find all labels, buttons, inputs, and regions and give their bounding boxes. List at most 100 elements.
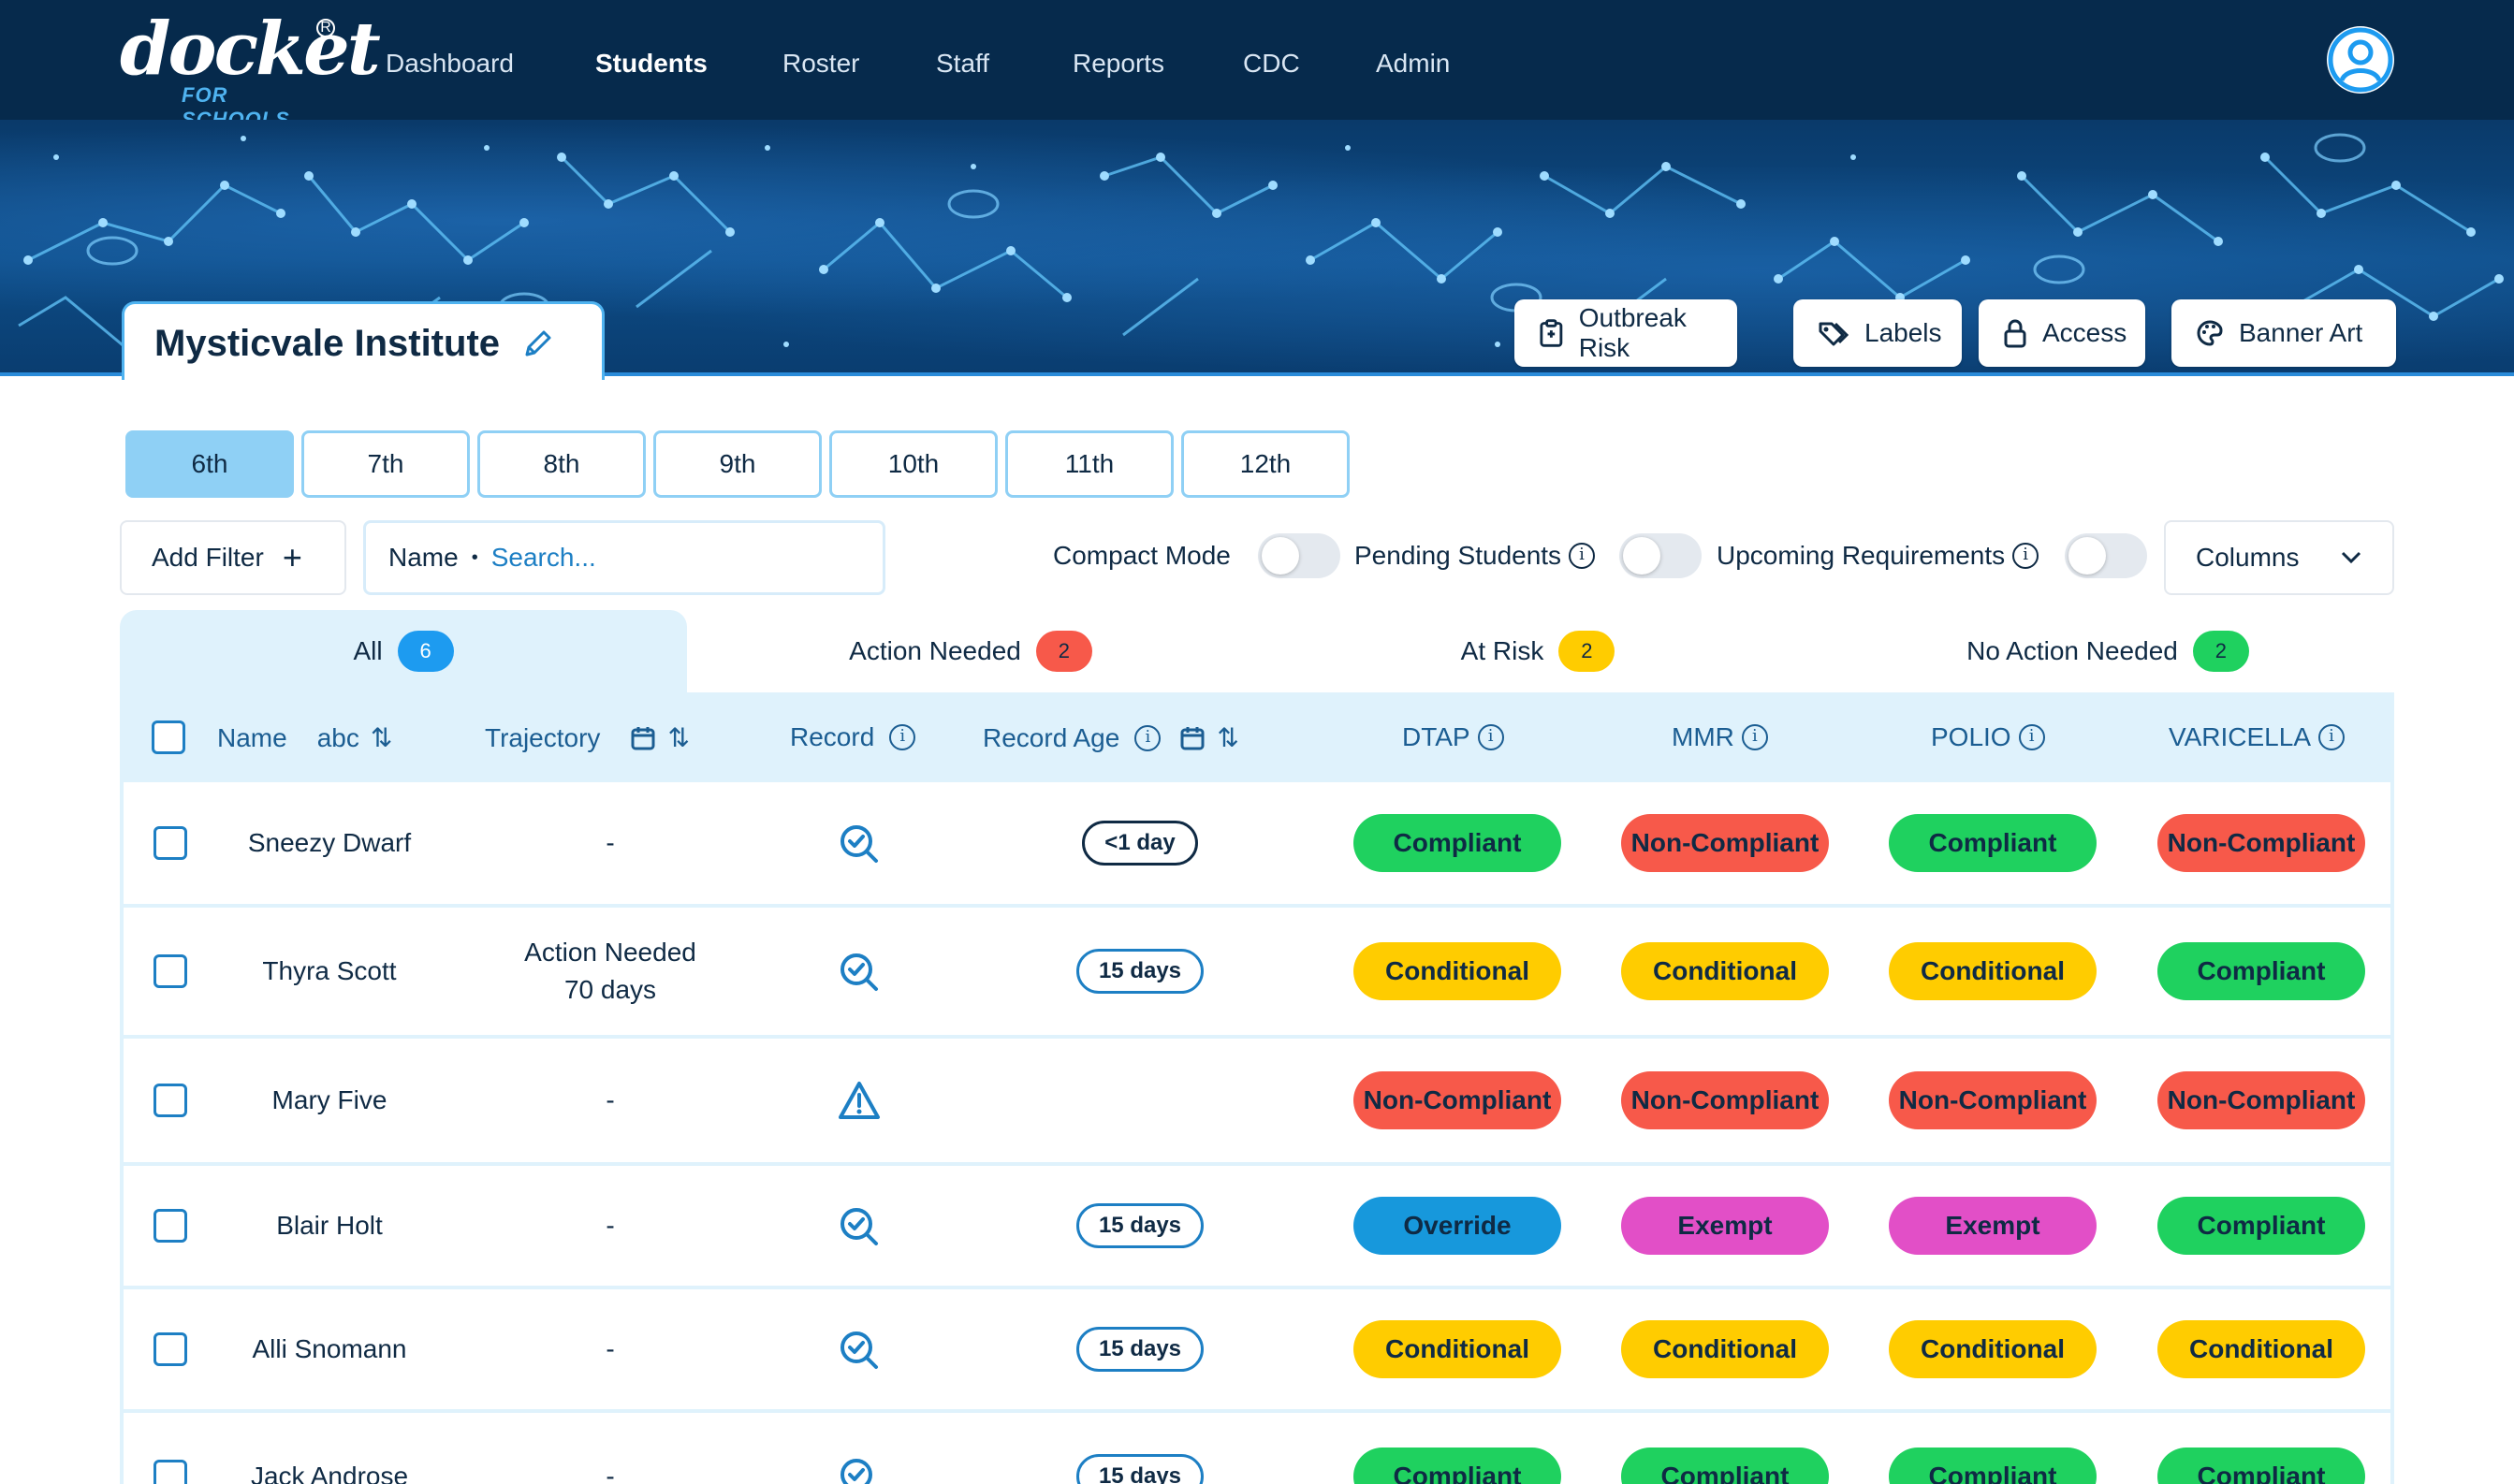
dtap-status-pill[interactable]: Override [1353, 1197, 1561, 1255]
mmr-status-pill[interactable]: Exempt [1621, 1197, 1829, 1255]
grade-tab-7th[interactable]: 7th [301, 430, 470, 498]
info-icon[interactable]: i [1569, 543, 1596, 569]
labels-button[interactable]: Labels [1793, 299, 1962, 367]
magnify-check-icon[interactable] [838, 1456, 881, 1484]
magnify-check-icon[interactable] [838, 1329, 881, 1372]
varicella-status-pill[interactable]: Conditional [2157, 1320, 2365, 1378]
status-tab-at-risk[interactable]: At Risk 2 [1254, 610, 1821, 692]
access-button[interactable]: Access [1979, 299, 2145, 367]
dtap-status-pill[interactable]: Conditional [1353, 1320, 1561, 1378]
sort-icon[interactable]: ⇅ [667, 722, 689, 753]
column-header-mmr[interactable]: MMR i [1672, 722, 1768, 752]
grade-tab-11th[interactable]: 11th [1005, 430, 1174, 498]
calendar-icon[interactable] [630, 725, 656, 751]
mmr-status-pill[interactable]: Compliant [1621, 1448, 1829, 1484]
column-header-trajectory[interactable]: Trajectory ⇅ [485, 722, 690, 753]
row-checkbox[interactable] [153, 1460, 187, 1484]
student-name[interactable]: Jack Androse [217, 1458, 442, 1484]
varicella-status-pill[interactable]: Compliant [2157, 1448, 2365, 1484]
add-filter-button[interactable]: Add Filter + [120, 520, 346, 595]
student-name[interactable]: Mary Five [217, 1082, 442, 1119]
grade-tab-8th[interactable]: 8th [477, 430, 646, 498]
grade-tab-12th[interactable]: 12th [1181, 430, 1350, 498]
row-checkbox[interactable] [153, 826, 187, 860]
sort-icon[interactable]: ⇅ [371, 722, 392, 753]
student-name[interactable]: Sneezy Dwarf [217, 824, 442, 862]
table-row[interactable]: Jack Androse - 15 days Compliant Compliant Co… [120, 1413, 2394, 1484]
polio-status-pill[interactable]: Non-Compliant [1889, 1071, 2097, 1129]
alpha-sort-label[interactable]: abc [317, 723, 359, 753]
status-tab-no-action-needed[interactable]: No Action Needed 2 [1821, 610, 2394, 692]
polio-status-pill[interactable]: Compliant [1889, 814, 2097, 872]
column-header-record-age[interactable]: Record Age i ⇅ [983, 722, 1239, 753]
info-icon[interactable]: i [1477, 724, 1504, 750]
table-row[interactable]: Thyra Scott Action Needed 70 days 15 days Co… [120, 908, 2394, 1039]
select-all-checkbox[interactable] [152, 720, 185, 754]
column-header-dtap[interactable]: DTAP i [1402, 722, 1504, 752]
magnify-check-icon[interactable] [838, 1205, 881, 1248]
status-tab-action-needed[interactable]: Action Needed 2 [687, 610, 1254, 692]
table-row[interactable]: Mary Five - Non-Compliant Non-Compliant Non-… [120, 1039, 2394, 1166]
nav-admin[interactable]: Admin [1376, 47, 1450, 80]
search-box[interactable]: Name • [363, 520, 885, 595]
nav-cdc[interactable]: CDC [1243, 47, 1300, 80]
nav-students[interactable]: Students [595, 47, 708, 80]
outbreak-risk-button[interactable]: Outbreak Risk [1514, 299, 1737, 367]
polio-status-pill[interactable]: Conditional [1889, 942, 2097, 1000]
info-icon[interactable]: i [1741, 724, 1768, 750]
warning-triangle-icon[interactable] [838, 1080, 881, 1123]
row-checkbox[interactable] [153, 954, 187, 988]
column-header-name[interactable]: Name abc ⇅ [217, 722, 392, 753]
varicella-status-pill[interactable]: Compliant [2157, 1197, 2365, 1255]
status-tab-all[interactable]: All 6 [120, 610, 687, 692]
student-name[interactable]: Alli Snomann [217, 1331, 442, 1368]
nav-staff[interactable]: Staff [936, 47, 989, 80]
banner-art-button[interactable]: Banner Art [2171, 299, 2396, 367]
mmr-status-pill[interactable]: Conditional [1621, 1320, 1829, 1378]
nav-dashboard[interactable]: Dashboard [386, 47, 514, 80]
info-icon[interactable]: i [2012, 543, 2039, 569]
pencil-icon[interactable] [521, 328, 553, 360]
table-row[interactable]: Alli Snomann - 15 days Conditional Condition… [120, 1289, 2394, 1413]
student-name[interactable]: Blair Holt [217, 1207, 442, 1244]
varicella-status-pill[interactable]: Compliant [2157, 942, 2365, 1000]
nav-roster[interactable]: Roster [782, 47, 859, 80]
grade-tab-6th[interactable]: 6th [125, 430, 294, 498]
polio-status-pill[interactable]: Exempt [1889, 1197, 2097, 1255]
row-checkbox[interactable] [153, 1209, 187, 1243]
compact-mode-toggle[interactable] [1258, 533, 1340, 578]
dtap-status-pill[interactable]: Non-Compliant [1353, 1071, 1561, 1129]
column-header-varicella[interactable]: VARICELLA i [2169, 722, 2345, 752]
table-row[interactable]: Sneezy Dwarf - <1 day Compliant Non-Complian… [120, 782, 2394, 908]
magnify-check-icon[interactable] [838, 951, 881, 994]
column-header-record[interactable]: Record i [790, 722, 916, 752]
mmr-status-pill[interactable]: Non-Compliant [1621, 814, 1829, 872]
columns-dropdown[interactable]: Columns [2164, 520, 2394, 595]
sort-icon[interactable]: ⇅ [1217, 722, 1238, 753]
mmr-status-pill[interactable]: Conditional [1621, 942, 1829, 1000]
magnify-check-icon[interactable] [838, 822, 881, 866]
column-header-polio[interactable]: POLIO i [1931, 722, 2045, 752]
pending-students-toggle[interactable] [1619, 533, 1702, 578]
upcoming-requirements-toggle[interactable] [2065, 533, 2147, 578]
grade-tab-10th[interactable]: 10th [829, 430, 998, 498]
info-icon[interactable]: i [2018, 724, 2045, 750]
search-input[interactable] [490, 543, 772, 573]
grade-tab-9th[interactable]: 9th [653, 430, 822, 498]
dtap-status-pill[interactable]: Conditional [1353, 942, 1561, 1000]
dtap-status-pill[interactable]: Compliant [1353, 1448, 1561, 1484]
dtap-status-pill[interactable]: Compliant [1353, 814, 1561, 872]
table-row[interactable]: Blair Holt - 15 days Override Exempt Exempt Co… [120, 1166, 2394, 1289]
info-icon[interactable]: i [1134, 724, 1162, 751]
user-circle-icon[interactable] [2327, 26, 2394, 94]
polio-status-pill[interactable]: Compliant [1889, 1448, 2097, 1484]
info-icon[interactable]: i [889, 724, 916, 750]
mmr-status-pill[interactable]: Non-Compliant [1621, 1071, 1829, 1129]
nav-reports[interactable]: Reports [1073, 47, 1164, 80]
docket-logo[interactable]: docket R FOR SCHOOLS [120, 13, 381, 132]
row-checkbox[interactable] [153, 1332, 187, 1366]
varicella-status-pill[interactable]: Non-Compliant [2157, 1071, 2365, 1129]
calendar-icon[interactable] [1179, 725, 1206, 751]
info-icon[interactable]: i [2318, 724, 2345, 750]
student-name[interactable]: Thyra Scott [217, 953, 442, 990]
